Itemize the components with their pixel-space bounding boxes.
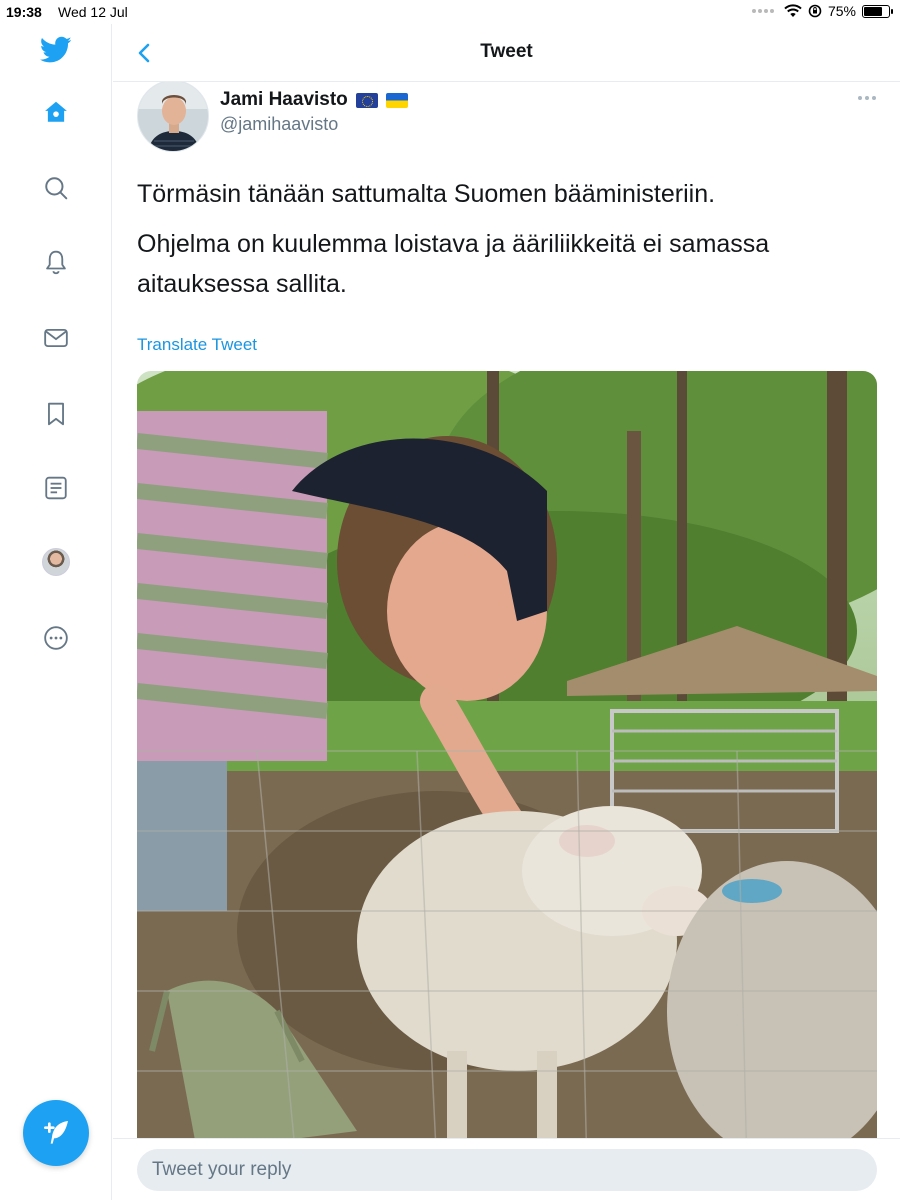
list-icon[interactable] — [40, 472, 72, 504]
battery-percent: 75% — [827, 3, 856, 19]
avatar — [42, 548, 70, 576]
eu-flag-icon — [355, 92, 378, 108]
page-title: Tweet — [480, 41, 533, 62]
tweet-text: Törmäsin tänään sattumalta Suomen bäämin… — [137, 174, 857, 314]
author-name-text: Jami Haavisto — [220, 89, 348, 110]
reply-input[interactable] — [137, 1149, 877, 1191]
battery-fill — [864, 6, 882, 16]
home-icon[interactable] — [40, 96, 72, 128]
sidebar — [0, 24, 112, 1200]
more-options-icon[interactable] — [858, 96, 876, 100]
ukraine-flag-icon — [385, 92, 408, 108]
author-handle[interactable]: @jamihaavisto — [220, 114, 338, 135]
wifi-icon — [784, 4, 802, 17]
status-date: Wed 12 Jul — [58, 4, 128, 20]
more-circle-icon[interactable] — [40, 622, 72, 654]
status-bar: 19:38 Wed 12 Jul 75% — [0, 0, 900, 24]
bookmark-icon[interactable] — [40, 398, 72, 430]
header: Tweet — [113, 24, 900, 82]
tweet-detail: Jami Haavisto @jamihaavisto Törmäsin tän… — [113, 82, 900, 1138]
search-icon[interactable] — [40, 172, 72, 204]
compose-button[interactable] — [23, 1100, 89, 1166]
twitter-logo-icon[interactable] — [40, 34, 72, 66]
profile-avatar[interactable] — [40, 546, 72, 578]
battery-icon — [862, 4, 893, 18]
tweet-photo[interactable] — [137, 371, 877, 1138]
tweet-paragraph: Ohjelma on kuulemma loistava ja ääriliik… — [137, 230, 770, 298]
orientation-lock-icon — [808, 4, 822, 18]
compose-feather-icon — [44, 1121, 68, 1144]
author-avatar[interactable] — [137, 82, 209, 152]
reply-bar — [113, 1138, 900, 1200]
status-right: 75% — [751, 3, 893, 19]
bell-icon[interactable] — [40, 246, 72, 278]
translate-tweet-link[interactable]: Translate Tweet — [137, 335, 257, 355]
status-time: 19:38 — [6, 4, 42, 20]
tweet-paragraph: Törmäsin tänään sattumalta Suomen bäämin… — [137, 180, 716, 208]
author-name[interactable]: Jami Haavisto — [220, 89, 408, 111]
signal-dots-icon — [751, 9, 774, 13]
mail-icon[interactable] — [40, 322, 72, 354]
